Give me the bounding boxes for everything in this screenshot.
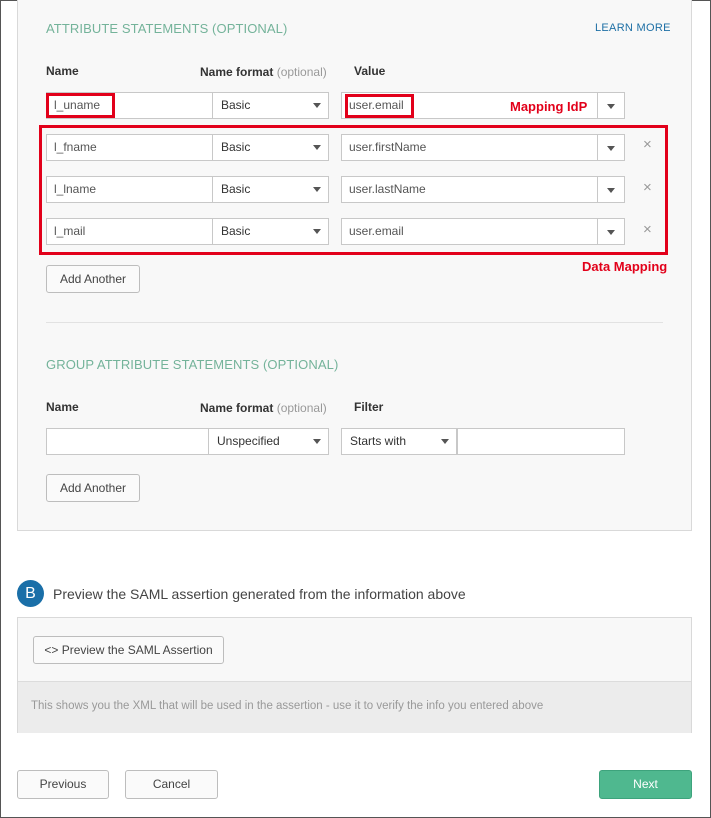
- caret-down-icon: [313, 439, 321, 444]
- caret-down-icon: [313, 103, 321, 108]
- add-another-attribute-button[interactable]: Add Another: [46, 265, 140, 293]
- filter-value-input[interactable]: [457, 428, 625, 455]
- filter-type-select[interactable]: Starts with: [341, 428, 457, 455]
- next-button[interactable]: Next: [599, 770, 692, 799]
- mapping-idp-annotation: Mapping IdP: [510, 99, 588, 114]
- filter-column-label: Filter: [354, 400, 384, 414]
- data-mapping-annotation: Data Mapping: [582, 259, 668, 274]
- previous-button[interactable]: Previous: [17, 770, 109, 799]
- learn-more-link[interactable]: LEARN MORE: [595, 22, 671, 34]
- preview-panel: <> Preview the SAML Assertion This shows…: [17, 617, 692, 733]
- preview-hint-area: This shows you the XML that will be used…: [18, 681, 691, 733]
- name-column-label: Name: [46, 64, 79, 78]
- group-name-input[interactable]: [46, 428, 209, 455]
- group-attribute-statements-title: GROUP ATTRIBUTE STATEMENTS (OPTIONAL): [46, 357, 339, 372]
- value-column-label: Value: [354, 64, 386, 78]
- preview-heading: Preview the SAML assertion generated fro…: [53, 586, 466, 602]
- value-dropdown-button[interactable]: [597, 92, 625, 119]
- caret-down-icon: [607, 104, 615, 109]
- preview-hint-text: This shows you the XML that will be used…: [31, 700, 544, 712]
- group-name-format-column-label: Name format (optional): [200, 401, 327, 415]
- data-mapping-highlight-box: [39, 125, 668, 255]
- code-icon: <>: [44, 643, 59, 657]
- cancel-button[interactable]: Cancel: [125, 770, 218, 799]
- group-format-select[interactable]: Unspecified: [208, 428, 329, 455]
- uname-highlight-box: [46, 93, 115, 118]
- add-another-group-button[interactable]: Add Another: [46, 474, 140, 502]
- select-value: Unspecified: [217, 434, 280, 448]
- section-divider: [46, 322, 663, 323]
- attribute-statements-title: ATTRIBUTE STATEMENTS (OPTIONAL): [46, 21, 288, 36]
- select-value: Starts with: [350, 434, 407, 448]
- attribute-format-select[interactable]: Basic: [212, 92, 329, 119]
- select-value: Basic: [221, 98, 251, 112]
- name-format-column-label: Name format (optional): [200, 65, 327, 79]
- caret-down-icon: [441, 439, 449, 444]
- preview-saml-assertion-button[interactable]: <> Preview the SAML Assertion: [33, 636, 224, 664]
- step-b-badge: B: [17, 580, 44, 607]
- value-highlight-box: [345, 94, 414, 118]
- group-name-column-label: Name: [46, 400, 79, 414]
- preview-button-label: Preview the SAML Assertion: [61, 643, 213, 657]
